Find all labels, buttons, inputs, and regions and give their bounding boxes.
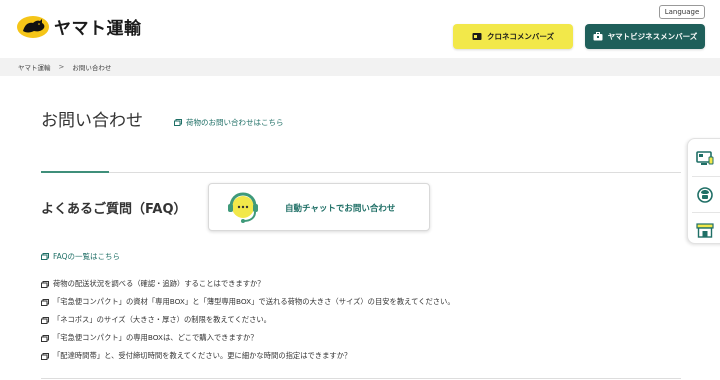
- side-store-contact-button[interactable]: [688, 212, 720, 247]
- link-arrow-icon: [41, 280, 49, 288]
- link-arrow-icon: [41, 316, 49, 324]
- faq-question-text: 「配達時間帯」と、受付締切時間を教えてください。更に細かな時間の指定はできますか…: [53, 351, 352, 360]
- section-divider-accent: [41, 171, 109, 173]
- page-title: お問い合わせ: [41, 111, 143, 131]
- faq-question-text: 「ネコポス」のサイズ（大きさ・厚さ）の制限を教えてください。: [53, 315, 271, 324]
- faq-list-label: FAQの一覧はこちら: [53, 252, 121, 261]
- link-arrow-icon: [41, 298, 49, 306]
- cargo-inquiry-label: 荷物のお問い合わせはこちら: [186, 118, 284, 127]
- faq-question-text: 「宅急便コンパクト」の専用BOXは、どこで購入できますか？: [53, 333, 258, 342]
- faq-question-text: 荷物の配送状況を調べる（確認・追跡）することはできますか？: [53, 279, 265, 288]
- link-arrow-icon: [41, 334, 49, 342]
- side-phone-contact-button[interactable]: [688, 177, 720, 212]
- faq-list-link[interactable]: FAQの一覧はこちら: [41, 251, 120, 262]
- breadcrumb-separator: >: [58, 63, 65, 71]
- yamato-logo[interactable]: ヤマト運輸: [16, 14, 142, 39]
- logo-text: ヤマト運輸: [54, 19, 142, 39]
- faq-question-item[interactable]: 「ネコポス」のサイズ（大きさ・厚さ）の制限を教えてください。: [41, 311, 681, 329]
- breadcrumb-current: お問い合わせ: [72, 64, 112, 72]
- kuroneko-members-label: クロネコメンバーズ: [487, 32, 554, 41]
- black-cat-logo-icon: [17, 15, 49, 38]
- business-members-button[interactable]: ヤマトビジネスメンバーズ: [585, 24, 705, 49]
- language-button[interactable]: Language: [659, 5, 705, 19]
- business-bag-icon: [593, 32, 603, 41]
- faq-question-item[interactable]: 「配達時間帯」と、受付締切時間を教えてください。更に細かな時間の指定はできますか…: [41, 347, 681, 365]
- faq-question-item[interactable]: 「宅急便コンパクト」の資材「専用BOX」と「薄型専用BOX」で送れる荷物の大きさ…: [41, 293, 681, 311]
- faq-question-list: 荷物の配送状況を調べる（確認・追跡）することはできますか？ 「宅急便コンパクト」…: [41, 275, 681, 365]
- faq-question-text: 「宅急便コンパクト」の資材「専用BOX」と「薄型専用BOX」で送れる荷物の大きさ…: [53, 297, 455, 306]
- member-card-icon: [472, 33, 482, 40]
- chat-operator-icon: [228, 192, 258, 223]
- breadcrumb: ヤマト運輸 > お問い合わせ: [0, 58, 720, 76]
- phone-icon: [696, 186, 713, 203]
- site-header: ヤマト運輸 Language クロネコメンバーズ ヤマトビジネスメンバーズ: [0, 0, 720, 58]
- kuroneko-members-button[interactable]: クロネコメンバーズ: [453, 24, 573, 49]
- auto-chat-label: 自動チャットでお問い合わせ: [285, 204, 396, 214]
- computer-icon: [695, 150, 713, 165]
- section-divider: [41, 172, 681, 173]
- cargo-inquiry-link[interactable]: 荷物のお問い合わせはこちら: [174, 117, 284, 128]
- auto-chat-button[interactable]: 自動チャットでお問い合わせ: [208, 183, 430, 231]
- link-arrow-icon: [41, 352, 49, 360]
- side-contact-tab: [687, 138, 720, 244]
- faq-question-item[interactable]: 「宅急便コンパクト」の専用BOXは、どこで購入できますか？: [41, 329, 681, 347]
- bottom-divider: [41, 378, 681, 379]
- business-members-label: ヤマトビジネスメンバーズ: [607, 32, 698, 41]
- side-web-contact-button[interactable]: [688, 141, 720, 176]
- faq-heading: よくあるご質問（FAQ）: [41, 202, 187, 217]
- breadcrumb-home[interactable]: ヤマト運輸: [18, 62, 51, 72]
- link-arrow-icon: [41, 253, 49, 260]
- store-icon: [695, 222, 714, 238]
- link-arrow-icon: [174, 119, 182, 126]
- faq-question-item[interactable]: 荷物の配送状況を調べる（確認・追跡）することはできますか？: [41, 275, 681, 293]
